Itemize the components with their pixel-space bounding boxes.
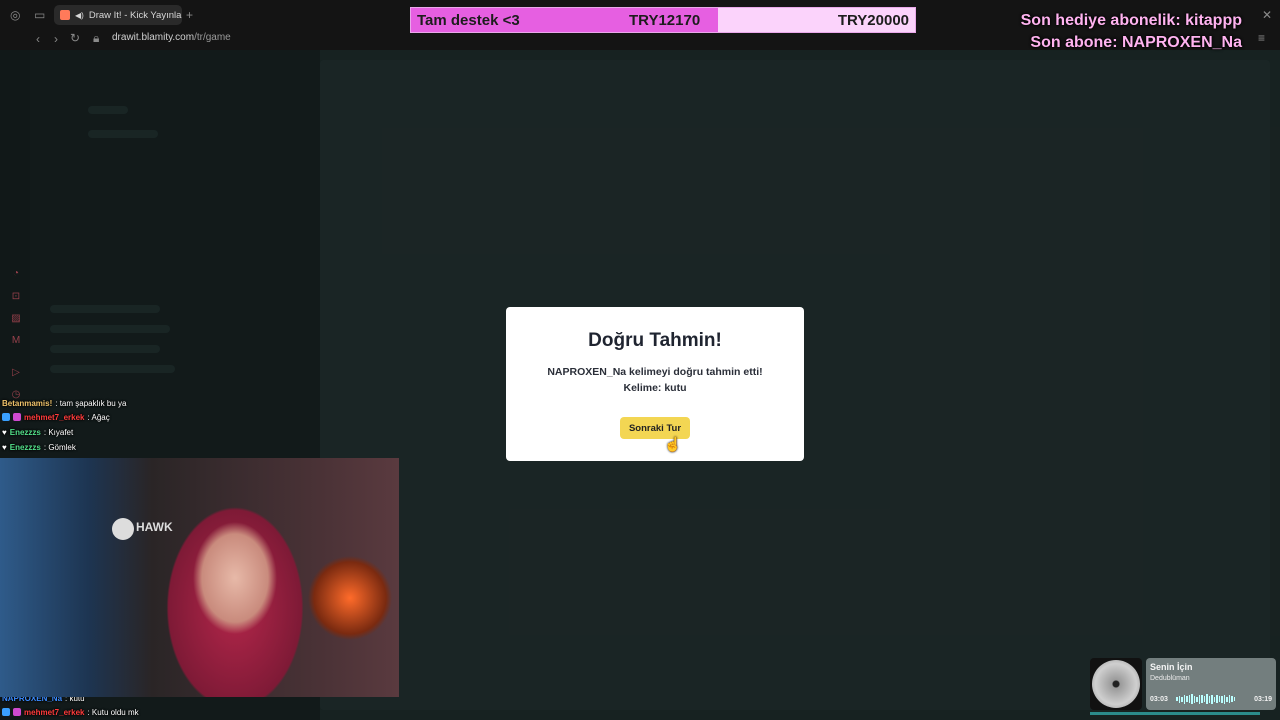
url-path: /tr/game	[194, 32, 231, 43]
url-host: drawit.blamity.com	[112, 32, 195, 43]
tab-draw-it[interactable]: ◀) Draw It! - Kick Yayınları	[54, 5, 182, 25]
badge-icon	[2, 708, 10, 716]
chat-text: : Gömlek	[43, 442, 76, 452]
chat-message: mehmet7_erkek: Kutu oldu mk	[2, 706, 139, 718]
chat-text: : tam şapaklık bu ya	[55, 398, 127, 408]
heart-badge-icon: ♥	[2, 427, 7, 437]
forward-icon[interactable]: ›	[54, 32, 58, 46]
vinyl-disc-icon	[1092, 660, 1140, 708]
browser-logo-icon[interactable]: ◎	[10, 8, 20, 22]
chair-logo-icon	[112, 518, 134, 540]
chat-message: ♥ Enezzzs: Gömlek	[2, 441, 76, 453]
menu-icon[interactable]: ≡	[1258, 31, 1265, 45]
back-icon[interactable]: ‹	[36, 32, 40, 46]
badge-icon	[13, 708, 21, 716]
tab-favicon-icon	[60, 10, 70, 20]
chat-text: : Kutu oldu mk	[87, 707, 139, 717]
chat-message: mehmet7_erkek: Ağaç	[2, 411, 110, 423]
reload-icon[interactable]: ↻	[70, 31, 80, 45]
chat-user: Enezzzs	[9, 442, 41, 452]
webcam-feed: HAWK	[0, 458, 399, 697]
last-gift-sub: Son hediye abonelik: kitappp	[1020, 12, 1242, 29]
chat-user: mehmet7_erkek	[24, 707, 85, 717]
badge-icon	[13, 413, 21, 421]
tab-title: Draw It! - Kick Yayınları	[88, 9, 182, 21]
heart-badge-icon: ♥	[2, 442, 7, 452]
track-duration: 03:19	[1254, 696, 1272, 703]
speaker-icon[interactable]: ◀)	[75, 11, 84, 20]
track-title: Senin İçin	[1150, 662, 1193, 672]
dialog-title: Doğru Tahmin!	[588, 330, 722, 351]
chat-user: Betanmamis!	[2, 398, 53, 408]
chat-user: Enezzzs	[9, 427, 41, 437]
lock-icon: 🔒︎	[93, 31, 100, 45]
url-field[interactable]: drawit.blamity.com/tr/game	[112, 32, 231, 43]
chat-message: ♥ Enezzzs: Kıyafet	[2, 426, 73, 438]
badge-icon	[2, 413, 10, 421]
chat-message: Betanmamis!: tam şapaklık bu ya	[2, 397, 126, 409]
chat-text: : Ağaç	[87, 412, 110, 422]
tab-manager-icon[interactable]: ▭	[34, 8, 45, 22]
new-tab-icon[interactable]: +	[186, 8, 193, 22]
track-progress-bar	[1090, 712, 1260, 715]
goal-target: TRY20000	[837, 12, 909, 29]
now-playing-widget: Senin İçin Dedublüman 03:03 03:19	[1146, 658, 1276, 710]
album-art	[1090, 658, 1142, 710]
donation-goal-bar: Tam destek <3 TRY12170 TRY20000	[410, 7, 916, 33]
dialog-message: NAPROXEN_Na kelimeyi doğru tahmin etti! …	[547, 366, 763, 394]
chat-user: mehmet7_erkek	[24, 412, 85, 422]
track-artist: Dedublüman	[1150, 675, 1190, 682]
hand-cursor-icon: ☝	[664, 436, 682, 452]
chair-brand: HAWK	[136, 520, 173, 534]
goal-current: TRY12170	[629, 12, 701, 29]
window-close-icon[interactable]: ✕	[1262, 8, 1272, 22]
track-elapsed: 03:03	[1150, 696, 1168, 703]
waveform	[1176, 694, 1248, 704]
goal-label: Tam destek <3	[417, 12, 520, 29]
chat-text: : Kıyafet	[43, 427, 74, 437]
last-sub: Son abone: NAPROXEN_Na	[1030, 34, 1242, 51]
